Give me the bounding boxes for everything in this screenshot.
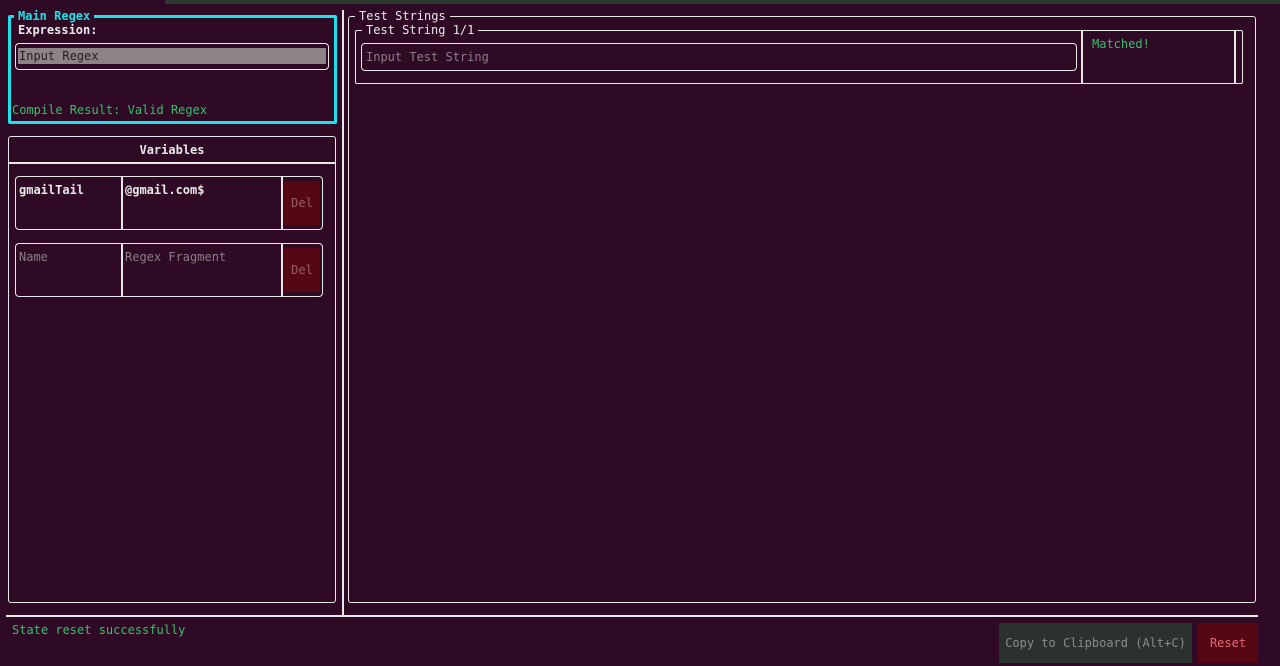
test-strings-panel <box>348 16 1256 603</box>
compile-result: Compile Result: Valid Regex <box>12 103 208 117</box>
variables-title: Variables <box>139 143 205 157</box>
variable-row-divider <box>121 177 123 230</box>
variable-fragment-field[interactable]: @gmail.com$ <box>125 183 204 197</box>
status-message: State reset successfully <box>12 623 186 637</box>
main-regex-title: Main Regex <box>14 10 95 23</box>
regex-input[interactable]: Input Regex <box>18 48 326 64</box>
variables-header-divider <box>8 162 336 164</box>
status-bar-divider <box>6 615 1258 617</box>
expression-label: Expression: <box>18 23 98 37</box>
match-result: Matched! <box>1092 37 1150 51</box>
variable-row-divider <box>281 244 283 297</box>
top-bar-left <box>0 0 165 4</box>
delete-new-variable-button[interactable]: Del <box>284 248 320 292</box>
test-string-title: Test String 1/1 <box>362 24 479 37</box>
app-root: Main Regex Expression: Input Regex Compi… <box>0 0 1280 666</box>
new-variable-fragment-input[interactable]: Regex Fragment <box>125 250 226 264</box>
test-strings-title: Test Strings <box>355 10 450 23</box>
copy-to-clipboard-button[interactable]: Copy to Clipboard (Alt+C) <box>999 623 1192 663</box>
new-variable-name-input[interactable]: Name <box>19 250 48 264</box>
test-string-scrollbar[interactable] <box>1234 31 1236 83</box>
variable-row-divider <box>121 244 123 297</box>
variable-name-field[interactable]: gmailTail <box>19 183 84 197</box>
top-bar-right <box>165 0 1280 4</box>
column-divider <box>342 10 344 615</box>
test-string-input[interactable]: Input Test String <box>366 50 489 64</box>
reset-button[interactable]: Reset <box>1198 623 1258 663</box>
test-string-result-divider <box>1081 31 1083 83</box>
delete-variable-button[interactable]: Del <box>284 181 320 225</box>
variable-row-divider <box>281 177 283 230</box>
